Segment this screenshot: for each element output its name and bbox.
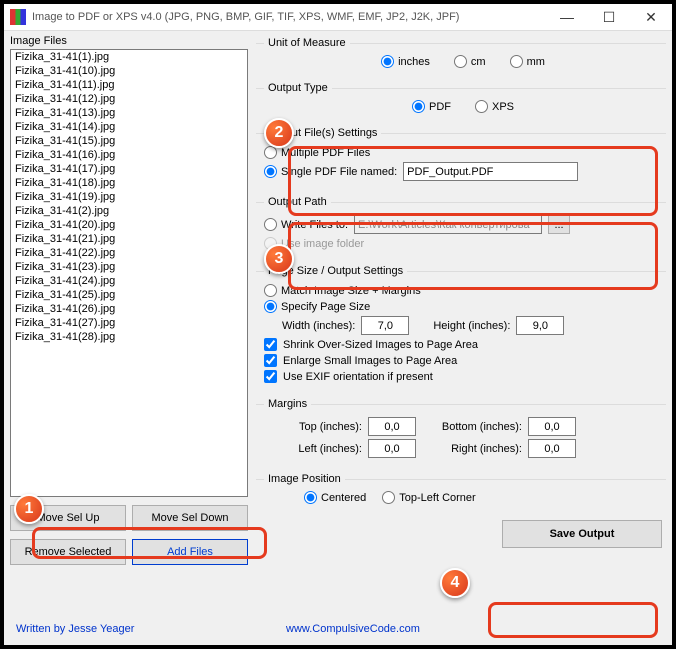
margin-left-label: Left (inches): [282, 443, 362, 455]
author-credit[interactable]: Written by Jesse Yeager [16, 623, 134, 635]
margins-legend: Margins [264, 398, 311, 410]
remove-selected-button[interactable]: Remove Selected [10, 539, 126, 565]
list-item[interactable]: Fizika_31-41(1).jpg [11, 50, 247, 64]
margin-bottom-label: Bottom (inches): [422, 421, 522, 433]
page-size-group: Page Size / Output Settings Match Image … [256, 265, 666, 390]
list-item[interactable]: Fizika_31-41(11).jpg [11, 78, 247, 92]
output-path-input[interactable] [354, 215, 542, 234]
list-item[interactable]: Fizika_31-41(14).jpg [11, 120, 247, 134]
position-centered-radio[interactable]: Centered [304, 491, 366, 504]
multiple-pdf-radio[interactable]: Multiple PDF Files [264, 146, 370, 159]
window-title: Image to PDF or XPS v4.0 (JPG, PNG, BMP,… [32, 11, 546, 23]
list-item[interactable]: Fizika_31-41(12).jpg [11, 92, 247, 106]
margin-top-input[interactable] [368, 417, 416, 436]
unit-inches-radio[interactable]: inches [381, 55, 430, 68]
list-item[interactable]: Fizika_31-41(24).jpg [11, 274, 247, 288]
position-topleft-radio[interactable]: Top-Left Corner [382, 491, 475, 504]
add-files-button[interactable]: Add Files [132, 539, 248, 565]
browse-path-button[interactable]: ... [548, 215, 570, 234]
margin-right-label: Right (inches): [422, 443, 522, 455]
image-files-label: Image Files [10, 35, 248, 47]
height-input[interactable] [516, 316, 564, 335]
unit-of-measure-group: Unit of Measure inches cm mm [256, 37, 666, 74]
app-icon [10, 9, 26, 25]
enlarge-checkbox[interactable] [264, 354, 277, 367]
list-item[interactable]: Fizika_31-41(18).jpg [11, 176, 247, 190]
website-credit[interactable]: www.CompulsiveCode.com [286, 623, 420, 635]
close-button[interactable]: ✕ [630, 4, 672, 30]
output-filename-input[interactable] [403, 162, 578, 181]
image-position-legend: Image Position [264, 473, 345, 485]
list-item[interactable]: Fizika_31-41(23).jpg [11, 260, 247, 274]
save-output-button[interactable]: Save Output [502, 520, 662, 548]
margins-group: Margins Top (inches): Bottom (inches): L… [256, 398, 666, 465]
image-position-group: Image Position Centered Top-Left Corner [256, 473, 666, 510]
maximize-button[interactable]: ☐ [588, 4, 630, 30]
list-item[interactable]: Fizika_31-41(13).jpg [11, 106, 247, 120]
list-item[interactable]: Fizika_31-41(2).jpg [11, 204, 247, 218]
list-item[interactable]: Fizika_31-41(21).jpg [11, 232, 247, 246]
use-image-folder-radio: Use image folder [264, 237, 364, 250]
image-files-listbox[interactable]: Fizika_31-41(1).jpgFizika_31-41(10).jpgF… [10, 49, 248, 497]
shrink-checkbox[interactable] [264, 338, 277, 351]
list-item[interactable]: Fizika_31-41(10).jpg [11, 64, 247, 78]
specify-page-size-radio[interactable]: Specify Page Size [264, 300, 370, 313]
unit-mm-radio[interactable]: mm [510, 55, 545, 68]
height-label: Height (inches): [433, 320, 510, 332]
unit-legend: Unit of Measure [264, 37, 350, 49]
list-item[interactable]: Fizika_31-41(16).jpg [11, 148, 247, 162]
output-pdf-radio[interactable]: PDF [412, 100, 451, 113]
margin-right-input[interactable] [528, 439, 576, 458]
output-file-legend: Output File(s) Settings [264, 127, 381, 139]
output-type-group: Output Type PDF XPS [256, 82, 666, 119]
margin-top-label: Top (inches): [282, 421, 362, 433]
output-path-group: Output Path Write Files to: ... Use imag… [256, 196, 666, 257]
match-image-size-radio[interactable]: Match Image Size + Margins [264, 284, 421, 297]
single-pdf-radio[interactable]: Single PDF File named: [264, 165, 397, 178]
width-input[interactable] [361, 316, 409, 335]
unit-cm-radio[interactable]: cm [454, 55, 486, 68]
list-item[interactable]: Fizika_31-41(22).jpg [11, 246, 247, 260]
list-item[interactable]: Fizika_31-41(27).jpg [11, 316, 247, 330]
titlebar: Image to PDF or XPS v4.0 (JPG, PNG, BMP,… [4, 4, 672, 31]
output-file-settings-group: Output File(s) Settings Multiple PDF Fil… [256, 127, 666, 188]
move-sel-down-button[interactable]: Move Sel Down [132, 505, 248, 531]
output-type-legend: Output Type [264, 82, 332, 94]
list-item[interactable]: Fizika_31-41(17).jpg [11, 162, 247, 176]
list-item[interactable]: Fizika_31-41(25).jpg [11, 288, 247, 302]
page-size-legend: Page Size / Output Settings [264, 265, 407, 277]
minimize-button[interactable]: — [546, 4, 588, 30]
list-item[interactable]: Fizika_31-41(15).jpg [11, 134, 247, 148]
margin-bottom-input[interactable] [528, 417, 576, 436]
move-sel-up-button[interactable]: Move Sel Up [10, 505, 126, 531]
exif-checkbox[interactable] [264, 370, 277, 383]
output-path-legend: Output Path [264, 196, 331, 208]
margin-left-input[interactable] [368, 439, 416, 458]
list-item[interactable]: Fizika_31-41(19).jpg [11, 190, 247, 204]
list-item[interactable]: Fizika_31-41(26).jpg [11, 302, 247, 316]
width-label: Width (inches): [282, 320, 355, 332]
write-files-to-radio[interactable]: Write Files to: [264, 218, 348, 231]
output-xps-radio[interactable]: XPS [475, 100, 514, 113]
list-item[interactable]: Fizika_31-41(28).jpg [11, 330, 247, 344]
list-item[interactable]: Fizika_31-41(20).jpg [11, 218, 247, 232]
